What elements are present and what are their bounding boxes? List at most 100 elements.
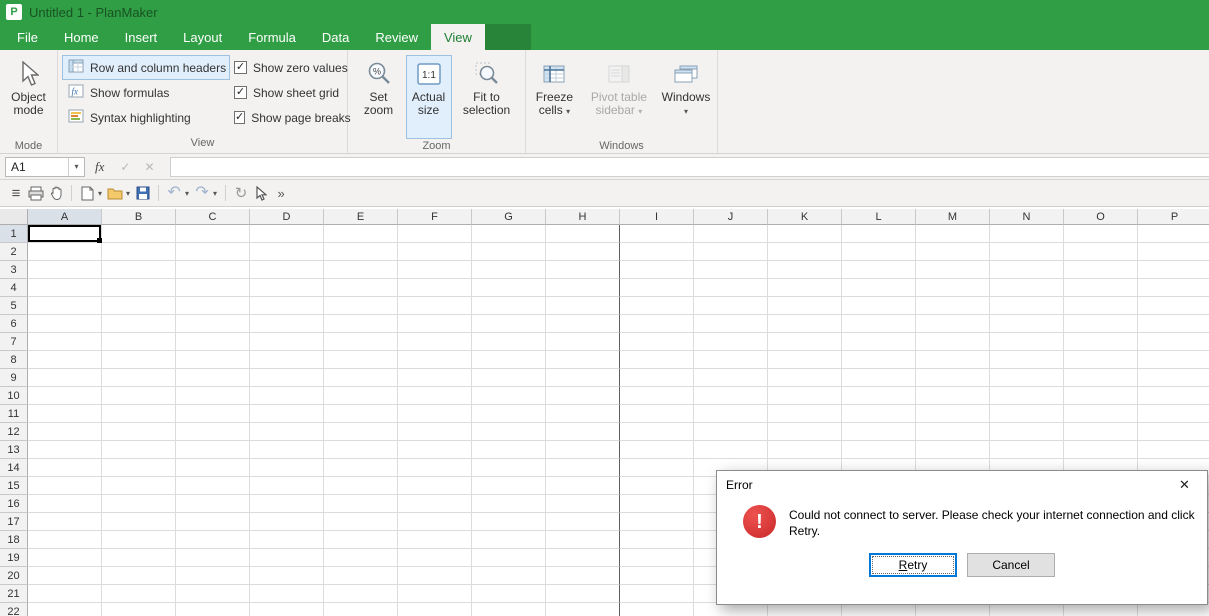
- cell-C13[interactable]: [176, 441, 250, 459]
- cell-G13[interactable]: [472, 441, 546, 459]
- cell-P4[interactable]: [1138, 279, 1209, 297]
- cell-N11[interactable]: [990, 405, 1064, 423]
- cell-C15[interactable]: [176, 477, 250, 495]
- cell-J2[interactable]: [694, 243, 768, 261]
- column-header-K[interactable]: K: [768, 209, 842, 225]
- cell-B4[interactable]: [102, 279, 176, 297]
- cell-H3[interactable]: [546, 261, 620, 279]
- cell-O9[interactable]: [1064, 369, 1138, 387]
- row-header-12[interactable]: 12: [0, 423, 28, 441]
- row-header-9[interactable]: 9: [0, 369, 28, 387]
- row-and-column-headers-button[interactable]: Row and column headers: [62, 55, 230, 80]
- insert-function-icon[interactable]: fx: [95, 159, 104, 175]
- cell-J12[interactable]: [694, 423, 768, 441]
- cell-L1[interactable]: [842, 225, 916, 243]
- cell-M3[interactable]: [916, 261, 990, 279]
- cell-O6[interactable]: [1064, 315, 1138, 333]
- cell-A17[interactable]: [28, 513, 102, 531]
- cell-G21[interactable]: [472, 585, 546, 603]
- cell-C10[interactable]: [176, 387, 250, 405]
- cell-N13[interactable]: [990, 441, 1064, 459]
- row-header-21[interactable]: 21: [0, 585, 28, 603]
- cell-B9[interactable]: [102, 369, 176, 387]
- cell-I9[interactable]: [620, 369, 694, 387]
- cell-B2[interactable]: [102, 243, 176, 261]
- save-icon[interactable]: [133, 182, 153, 204]
- row-header-17[interactable]: 17: [0, 513, 28, 531]
- cell-D7[interactable]: [250, 333, 324, 351]
- cell-I10[interactable]: [620, 387, 694, 405]
- cell-K4[interactable]: [768, 279, 842, 297]
- column-header-M[interactable]: M: [916, 209, 990, 225]
- cell-D17[interactable]: [250, 513, 324, 531]
- cell-M13[interactable]: [916, 441, 990, 459]
- cell-D4[interactable]: [250, 279, 324, 297]
- cell-I14[interactable]: [620, 459, 694, 477]
- show-zero-values-checkbox[interactable]: ✓ Show zero values: [230, 55, 348, 80]
- cell-M9[interactable]: [916, 369, 990, 387]
- set-zoom-button[interactable]: % Set zoom: [356, 55, 402, 139]
- row-header-20[interactable]: 20: [0, 567, 28, 585]
- cell-E1[interactable]: [324, 225, 398, 243]
- cell-L7[interactable]: [842, 333, 916, 351]
- refresh-icon[interactable]: ↻: [231, 182, 251, 204]
- cell-B17[interactable]: [102, 513, 176, 531]
- cell-H5[interactable]: [546, 297, 620, 315]
- cell-E12[interactable]: [324, 423, 398, 441]
- cell-P10[interactable]: [1138, 387, 1209, 405]
- tab-data[interactable]: Data: [309, 24, 362, 50]
- cell-F18[interactable]: [398, 531, 472, 549]
- cell-L8[interactable]: [842, 351, 916, 369]
- cell-P6[interactable]: [1138, 315, 1209, 333]
- object-mode-button[interactable]: Object mode: [4, 55, 53, 139]
- cell-G1[interactable]: [472, 225, 546, 243]
- cell-I15[interactable]: [620, 477, 694, 495]
- cell-C18[interactable]: [176, 531, 250, 549]
- column-header-J[interactable]: J: [694, 209, 768, 225]
- cell-L9[interactable]: [842, 369, 916, 387]
- cell-D20[interactable]: [250, 567, 324, 585]
- cell-J8[interactable]: [694, 351, 768, 369]
- cell-D15[interactable]: [250, 477, 324, 495]
- menu-lines-icon[interactable]: ≡: [6, 182, 26, 204]
- cell-P7[interactable]: [1138, 333, 1209, 351]
- cell-E16[interactable]: [324, 495, 398, 513]
- cell-O3[interactable]: [1064, 261, 1138, 279]
- cell-L11[interactable]: [842, 405, 916, 423]
- cell-L12[interactable]: [842, 423, 916, 441]
- cell-reference-box[interactable]: A1 ▾: [5, 157, 85, 177]
- cell-K2[interactable]: [768, 243, 842, 261]
- cell-I22[interactable]: [620, 603, 694, 616]
- cell-D18[interactable]: [250, 531, 324, 549]
- cell-F10[interactable]: [398, 387, 472, 405]
- cell-D22[interactable]: [250, 603, 324, 616]
- cell-D5[interactable]: [250, 297, 324, 315]
- cell-C12[interactable]: [176, 423, 250, 441]
- cell-O5[interactable]: [1064, 297, 1138, 315]
- cell-L6[interactable]: [842, 315, 916, 333]
- cell-H10[interactable]: [546, 387, 620, 405]
- cell-B14[interactable]: [102, 459, 176, 477]
- cell-M11[interactable]: [916, 405, 990, 423]
- tab-formula[interactable]: Formula: [235, 24, 309, 50]
- cell-K6[interactable]: [768, 315, 842, 333]
- cell-P11[interactable]: [1138, 405, 1209, 423]
- cell-F12[interactable]: [398, 423, 472, 441]
- cell-L10[interactable]: [842, 387, 916, 405]
- cell-B13[interactable]: [102, 441, 176, 459]
- cell-D3[interactable]: [250, 261, 324, 279]
- cell-F22[interactable]: [398, 603, 472, 616]
- row-header-19[interactable]: 19: [0, 549, 28, 567]
- cell-H16[interactable]: [546, 495, 620, 513]
- new-document-dropdown-icon[interactable]: ▾: [98, 189, 102, 198]
- cell-M7[interactable]: [916, 333, 990, 351]
- cell-B15[interactable]: [102, 477, 176, 495]
- cell-F14[interactable]: [398, 459, 472, 477]
- cell-G3[interactable]: [472, 261, 546, 279]
- row-header-1[interactable]: 1: [0, 225, 28, 243]
- cell-D12[interactable]: [250, 423, 324, 441]
- cell-F16[interactable]: [398, 495, 472, 513]
- cell-K1[interactable]: [768, 225, 842, 243]
- cell-O7[interactable]: [1064, 333, 1138, 351]
- cell-H20[interactable]: [546, 567, 620, 585]
